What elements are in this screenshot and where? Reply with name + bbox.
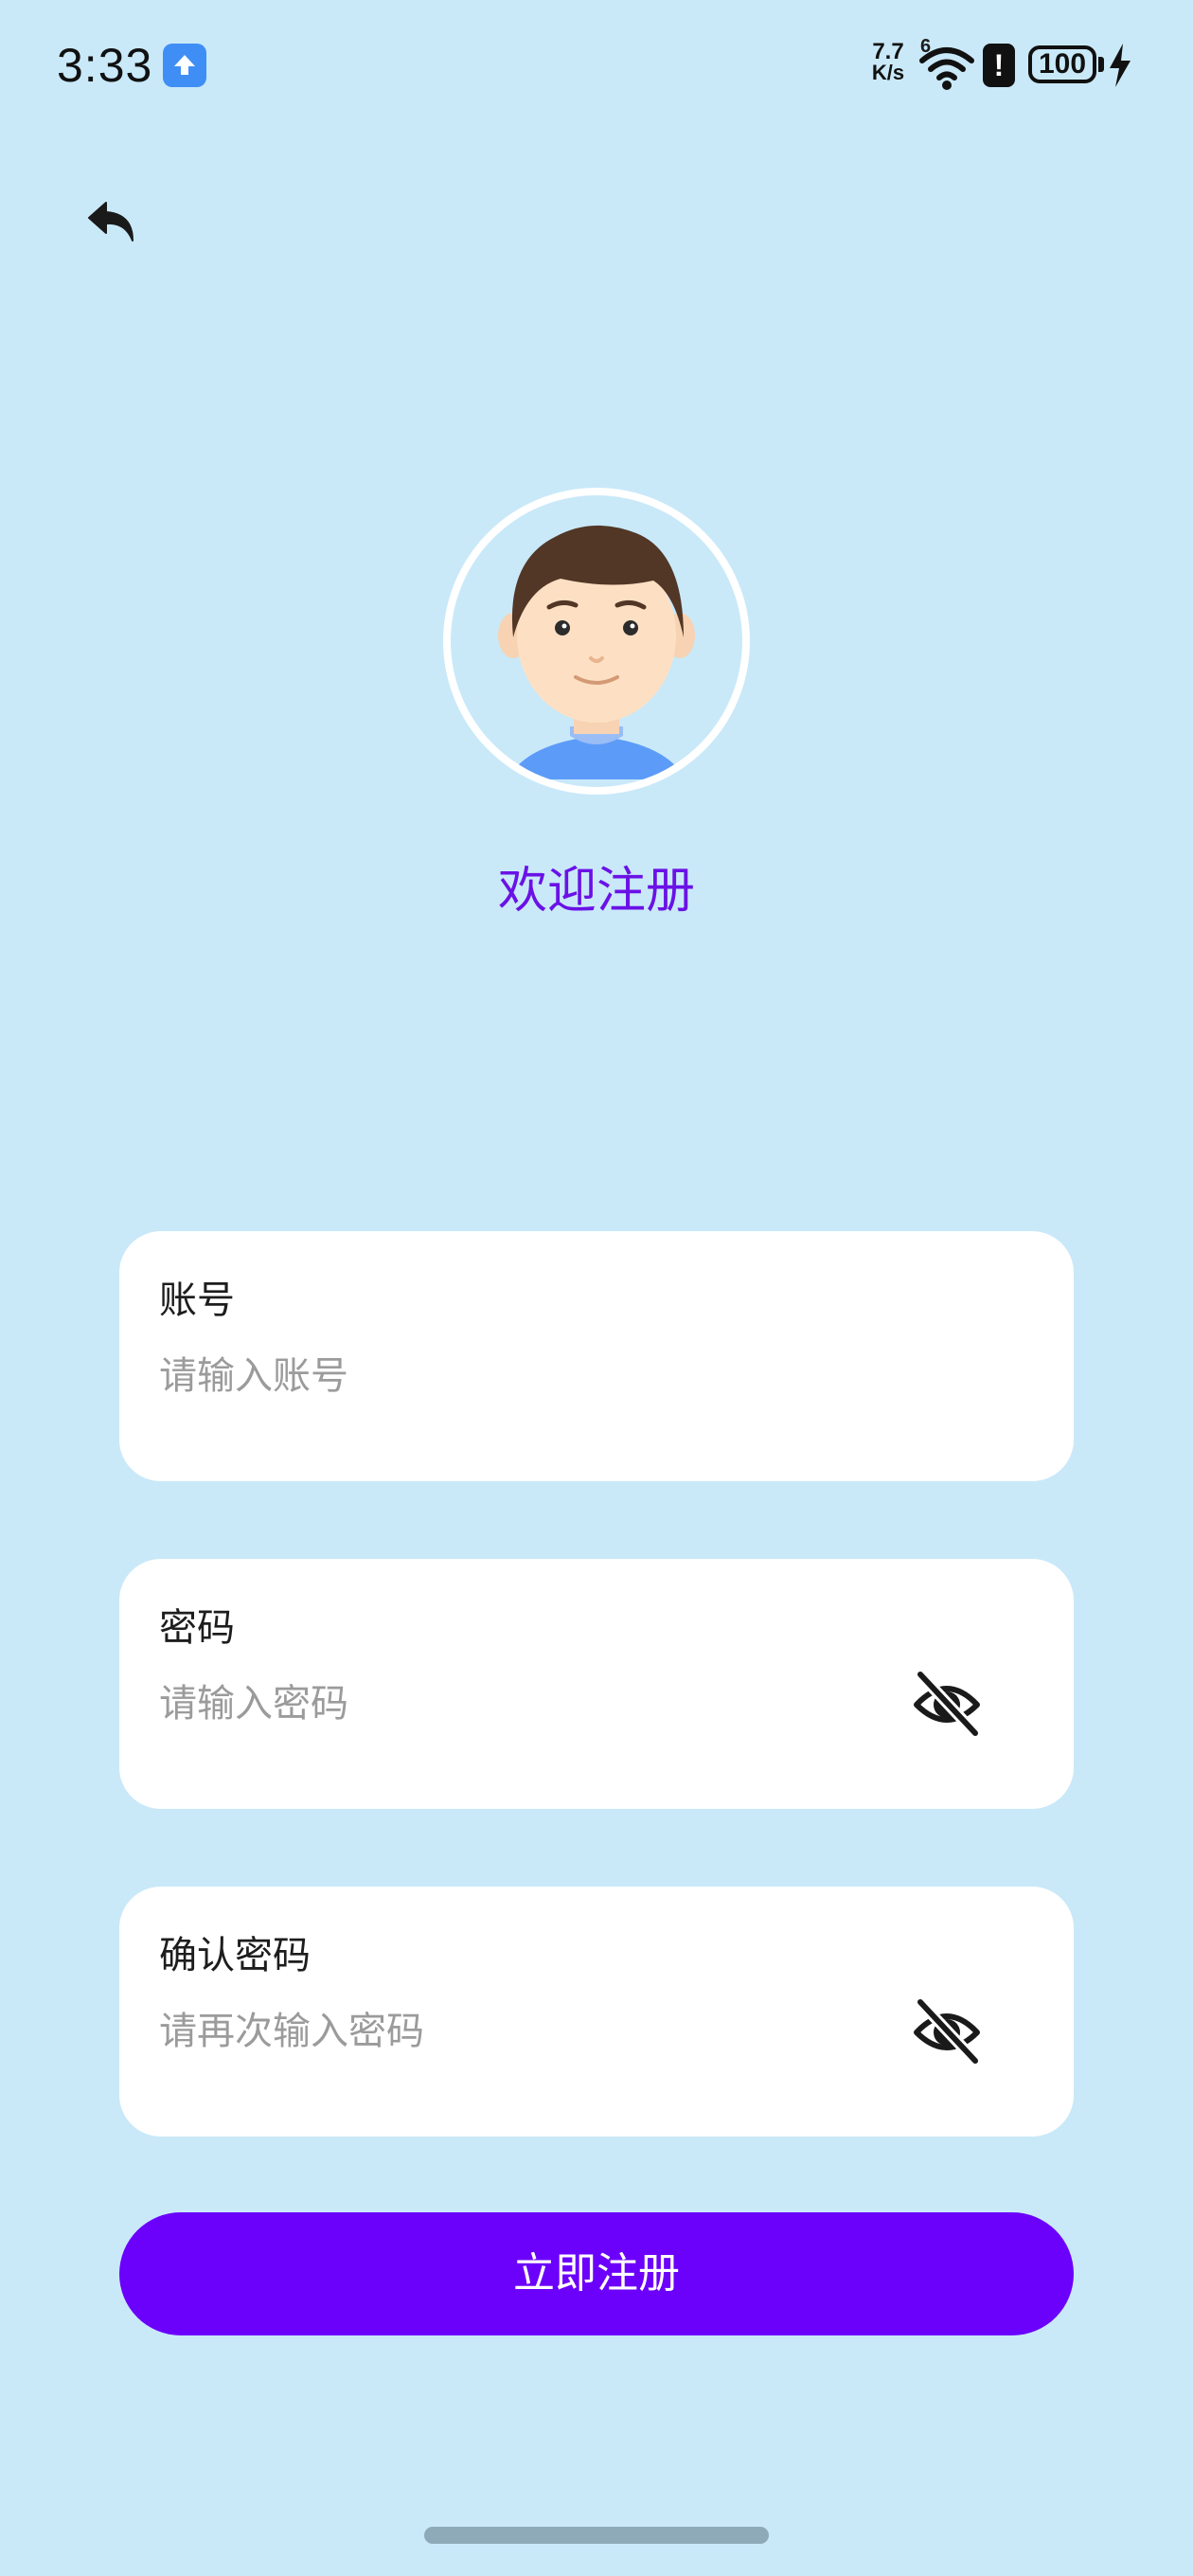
eye-off-icon	[914, 1669, 981, 1739]
home-indicator[interactable]	[424, 2527, 769, 2544]
network-speed-unit: K/s	[871, 61, 905, 84]
avatar[interactable]	[443, 488, 750, 795]
avatar-image	[451, 495, 742, 787]
account-card: 账号	[119, 1231, 1074, 1481]
confirm-password-visibility-toggle[interactable]	[911, 1996, 983, 2066]
eye-off-icon	[914, 1996, 981, 2066]
account-input[interactable]	[159, 1343, 917, 1409]
battery-tip	[1098, 57, 1104, 72]
password-card: 密码	[119, 1559, 1074, 1809]
account-label: 账号	[159, 1279, 235, 1322]
undo-arrow-icon	[88, 202, 134, 242]
confirm-password-card: 确认密码	[119, 1887, 1074, 2137]
upload-notification-icon	[163, 44, 206, 87]
confirm-password-label: 确认密码	[159, 1934, 311, 1977]
status-bar: 3:33 7.7 K/s 6 ! 100	[0, 0, 1193, 133]
alert-icon: !	[983, 44, 1015, 87]
page-title: 欢迎注册	[497, 863, 695, 920]
password-label: 密码	[159, 1606, 235, 1650]
back-button[interactable]	[76, 189, 151, 258]
battery-icon: 100	[1028, 45, 1096, 83]
wifi-icon: 6	[918, 36, 975, 95]
charging-icon	[1108, 44, 1132, 91]
network-speed-value: 7.7	[872, 39, 904, 64]
register-button[interactable]: 立即注册	[119, 2212, 1074, 2335]
password-visibility-toggle[interactable]	[911, 1669, 983, 1739]
status-time: 3:33	[57, 39, 153, 92]
confirm-password-input[interactable]	[159, 1998, 917, 2065]
network-speed: 7.7 K/s	[865, 39, 911, 84]
password-input[interactable]	[159, 1671, 917, 1737]
signal-label: 6	[920, 36, 932, 57]
